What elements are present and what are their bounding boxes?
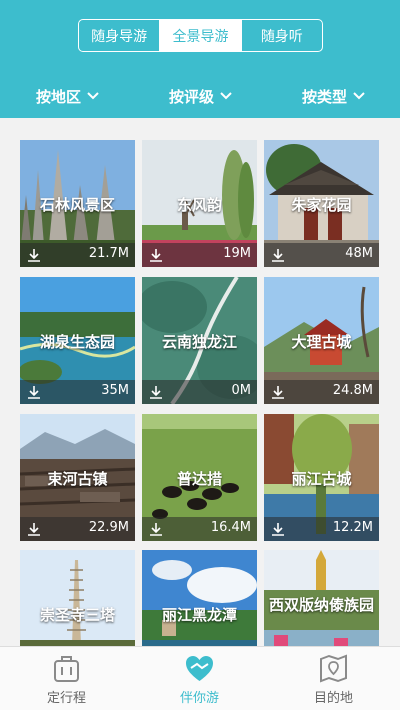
filter-by-type[interactable]: 按类型	[302, 78, 365, 114]
download-icon[interactable]	[271, 248, 285, 262]
tab-panorama-guide[interactable]: 全景导游	[159, 20, 241, 51]
bottom-tab-bar: 定行程 伴你游 目的地	[0, 646, 400, 710]
attraction-card[interactable]: 崇圣寺三塔	[20, 550, 135, 646]
download-bar: 0M	[142, 380, 257, 404]
download-icon[interactable]	[27, 385, 41, 399]
download-icon[interactable]	[149, 385, 163, 399]
file-size: 12.2M	[332, 520, 373, 535]
attraction-name: 西双版纳傣族园	[268, 596, 374, 614]
chevron-down-icon	[220, 92, 232, 100]
download-icon[interactable]	[149, 248, 163, 262]
download-bar: 12.2M	[264, 517, 379, 541]
guide-mode-segmented-control: 随身导游 全景导游 随身听	[78, 19, 323, 52]
filter-by-rating[interactable]: 按评级	[169, 78, 232, 114]
attraction-card[interactable]: 朱家花园 48M	[264, 140, 379, 267]
attraction-card[interactable]: 湖泉生态园 35M	[20, 277, 135, 404]
download-icon[interactable]	[271, 522, 285, 536]
download-bar: 35M	[20, 380, 135, 404]
attraction-name: 束河古镇	[47, 470, 108, 488]
download-icon[interactable]	[271, 385, 285, 399]
file-size: 16.4M	[210, 520, 251, 535]
file-size: 21.7M	[88, 246, 129, 261]
attraction-grid: 石林风景区 21.7M 东风韵 19M 朱家花园 48M 湖泉生态园 35M 云…	[0, 118, 400, 646]
attraction-card[interactable]: 西双版纳傣族园	[264, 550, 379, 646]
attraction-photo	[20, 550, 135, 646]
tab-label: 目的地	[313, 691, 353, 706]
download-bar: 16.4M	[142, 517, 257, 541]
attraction-name: 东风韵	[176, 196, 222, 214]
attraction-name: 云南独龙江	[161, 333, 237, 351]
tab-label: 伴你游	[179, 691, 219, 706]
attraction-name: 丽江黑龙潭	[161, 606, 237, 624]
filter-label: 按地区	[36, 87, 82, 106]
chevron-down-icon	[87, 92, 99, 100]
filter-label: 按评级	[169, 87, 215, 106]
tab-companion-tour[interactable]: 伴你游	[133, 647, 266, 710]
download-bar: 48M	[264, 243, 379, 267]
heart-hands-icon	[186, 656, 213, 681]
file-size: 48M	[345, 246, 373, 261]
download-bar: 22.9M	[20, 517, 135, 541]
chevron-down-icon	[353, 92, 365, 100]
download-icon[interactable]	[27, 248, 41, 262]
attraction-card[interactable]: 丽江古城 12.2M	[264, 414, 379, 541]
attraction-card[interactable]: 云南独龙江 0M	[142, 277, 257, 404]
tab-label: 定行程	[46, 691, 86, 706]
attraction-name: 崇圣寺三塔	[39, 606, 115, 624]
file-size: 19M	[223, 246, 251, 261]
filter-bar: 按地区 按评级 按类型	[0, 78, 400, 114]
download-icon[interactable]	[27, 522, 41, 536]
file-size: 22.9M	[88, 520, 129, 535]
tab-destination[interactable]: 目的地	[267, 647, 400, 710]
attraction-card[interactable]: 大理古城 24.8M	[264, 277, 379, 404]
map-pin-icon	[320, 654, 347, 683]
download-bar: 19M	[142, 243, 257, 267]
filter-by-region[interactable]: 按地区	[36, 78, 99, 114]
file-size: 24.8M	[332, 383, 373, 398]
attraction-photo	[142, 550, 257, 646]
attraction-card[interactable]: 普达措 16.4M	[142, 414, 257, 541]
attraction-name: 丽江古城	[291, 470, 352, 488]
tab-plan-trip[interactable]: 定行程	[0, 647, 133, 710]
attraction-name: 朱家花园	[291, 196, 352, 214]
download-bar: 21.7M	[20, 243, 135, 267]
tab-personal-guide[interactable]: 随身导游	[79, 20, 159, 51]
attraction-card[interactable]: 石林风景区 21.7M	[20, 140, 135, 267]
download-bar: 24.8M	[264, 380, 379, 404]
attraction-card[interactable]: 东风韵 19M	[142, 140, 257, 267]
attraction-name: 大理古城	[291, 333, 352, 351]
attraction-name: 湖泉生态园	[39, 333, 115, 351]
attraction-card[interactable]: 丽江黑龙潭	[142, 550, 257, 646]
attraction-name: 石林风景区	[39, 196, 115, 214]
download-icon[interactable]	[149, 522, 163, 536]
suitcase-icon	[54, 656, 79, 682]
file-size: 0M	[231, 383, 252, 398]
attraction-name: 普达措	[176, 470, 222, 488]
filter-label: 按类型	[302, 87, 348, 106]
attraction-card[interactable]: 束河古镇 22.9M	[20, 414, 135, 541]
tab-audio-guide[interactable]: 随身听	[240, 20, 322, 51]
file-size: 35M	[101, 383, 129, 398]
header-bar: 随身导游 全景导游 随身听 按地区 按评级 按类型	[0, 0, 400, 118]
